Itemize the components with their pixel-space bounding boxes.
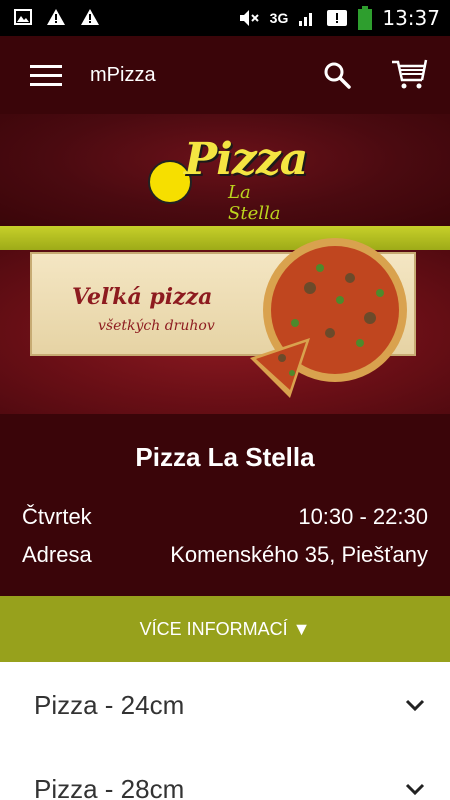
clock: 13:37	[382, 6, 440, 30]
logo-sub-text: La Stella	[228, 182, 281, 224]
day-label: Čtvrtek	[22, 504, 92, 529]
menu-category-list: Pizza - 24cm Pizza - 28cm	[0, 662, 450, 800]
restaurant-name: Pizza La Stella	[135, 442, 315, 472]
search-icon[interactable]	[322, 60, 352, 90]
app-title: mPizza	[90, 64, 156, 86]
more-info-button[interactable]: VÍCE INFORMACÍ ▼	[0, 596, 450, 662]
network-type: 3G	[269, 10, 289, 26]
mute-icon	[239, 10, 259, 26]
list-item[interactable]: Pizza - 28cm	[0, 746, 450, 800]
sim-icon	[327, 10, 348, 26]
pizza-image	[250, 238, 407, 398]
banner-subtitle: všetkých druhov	[98, 318, 215, 334]
restaurant-info: Pizza La Stella Čtvrtek 10:30 - 22:30 Ad…	[0, 414, 450, 596]
warning-icon	[47, 9, 65, 25]
logo-band: Pizza La Stella	[0, 114, 450, 226]
signal-icon	[299, 13, 313, 26]
banner-title: Veľká pizza	[72, 284, 213, 310]
warning-icon	[81, 9, 99, 25]
battery-icon	[358, 6, 373, 30]
image-icon	[14, 9, 32, 25]
category-label: Pizza - 28cm	[34, 774, 185, 800]
cart-icon[interactable]	[390, 58, 430, 90]
promo-banner: Veľká pizza všetkých druhov	[0, 238, 450, 414]
opening-hours-value: 10:30 - 22:30	[298, 504, 428, 529]
app-bar: mPizza	[0, 36, 450, 114]
restaurant-logo: Pizza La Stella	[148, 134, 308, 224]
status-bar: 3G 13:37	[0, 0, 450, 36]
list-item[interactable]: Pizza - 24cm	[0, 662, 450, 744]
address-label: Adresa	[22, 542, 92, 567]
menu-icon[interactable]	[30, 65, 62, 87]
address-value: Komenského 35, Piešťany	[170, 542, 428, 567]
logo-main-text: Pizza	[184, 134, 308, 185]
chevron-down-icon	[405, 699, 425, 712]
chevron-down-icon	[405, 783, 425, 796]
category-label: Pizza - 24cm	[34, 690, 185, 720]
